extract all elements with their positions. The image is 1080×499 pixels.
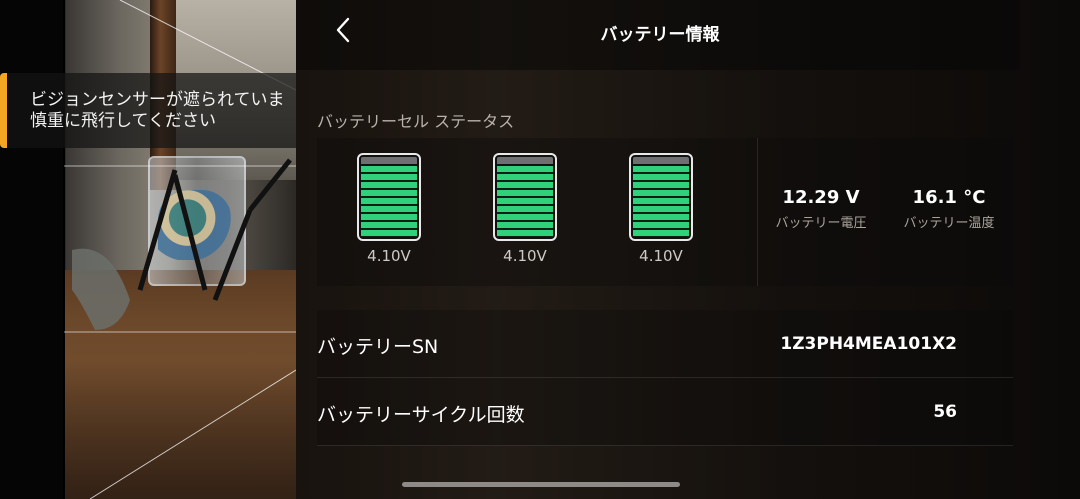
chevron-left-icon <box>336 17 350 43</box>
battery-cell-icon <box>357 153 421 241</box>
battery-cell-1: 4.10V <box>356 153 422 265</box>
battery-cell-icon <box>493 153 557 241</box>
home-indicator[interactable] <box>402 482 680 487</box>
back-button[interactable] <box>326 10 360 50</box>
battery-serial-label: バッテリーSN <box>317 336 439 358</box>
battery-cell-3: 4.10V <box>628 153 694 265</box>
battery-serial-row: バッテリーSN 1Z3PH4MEA101X2 <box>317 310 1013 378</box>
battery-cell-level <box>361 166 417 237</box>
warning-line-1: ビジョンセンサーが遮られていま <box>30 90 285 110</box>
battery-cell-2: 4.10V <box>492 153 558 265</box>
battery-temperature-label: バッテリー温度 <box>903 216 995 231</box>
battery-cycles-label: バッテリーサイクル回数 <box>317 404 525 426</box>
battery-temperature-value: 16.1 °C <box>912 187 986 208</box>
page-title: バッテリー情報 <box>600 25 720 45</box>
battery-voltage-value: 12.29 V <box>782 187 860 208</box>
battery-serial-value: 1Z3PH4MEA101X2 <box>780 334 957 354</box>
battery-cycles-row: バッテリーサイクル回数 56 <box>317 378 1013 446</box>
battery-cell-voltage: 4.10V <box>639 247 683 265</box>
warning-message: ビジョンセンサーが遮られていま 慎重に飛行してください <box>30 90 296 132</box>
cell-status-section-label: バッテリーセル ステータス <box>317 112 515 131</box>
warning-line-2: 慎重に飛行してください <box>30 111 216 131</box>
battery-cell-level <box>497 166 553 237</box>
battery-voltage-label: バッテリー電圧 <box>775 216 867 231</box>
battery-cell-voltage: 4.10V <box>367 247 411 265</box>
battery-cycles-value: 56 <box>933 402 957 422</box>
battery-cell-level <box>633 166 689 237</box>
battery-temperature-stat: 16.1 °C バッテリー温度 <box>889 187 1009 231</box>
battery-voltage-stat: 12.29 V バッテリー電圧 <box>761 187 881 231</box>
battery-cell-icon <box>629 153 693 241</box>
battery-cell-voltage: 4.10V <box>503 247 547 265</box>
